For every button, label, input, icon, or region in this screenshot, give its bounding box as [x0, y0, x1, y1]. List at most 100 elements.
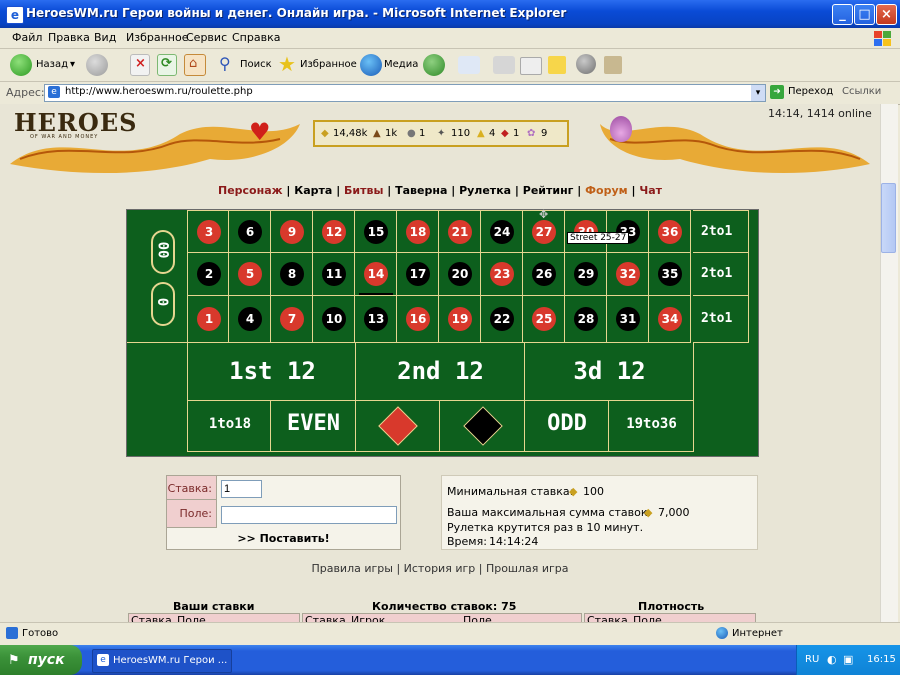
menu-favorites[interactable]: Избранное	[126, 31, 188, 44]
history-link[interactable]: История игр	[404, 562, 476, 575]
zero-cell[interactable]: 0	[151, 282, 175, 326]
column-bet-1[interactable]: 2to1	[693, 210, 749, 253]
number-cell-13[interactable]: 13	[355, 296, 397, 343]
number-cell-22[interactable]: 22	[481, 296, 523, 343]
menu-tools[interactable]: Сервис	[186, 31, 227, 44]
dozen-bet-2[interactable]: 2nd 12	[356, 343, 525, 401]
stop-icon[interactable]: ×	[130, 54, 150, 76]
links-button[interactable]: Ссылки	[842, 86, 881, 97]
number-cell-10[interactable]: 10	[313, 296, 355, 343]
number-cell-24[interactable]: 24	[481, 210, 523, 253]
maximize-button[interactable]: □	[854, 4, 875, 25]
close-button[interactable]: ×	[876, 4, 897, 25]
back-button[interactable]: Назад	[36, 59, 68, 70]
go-arrow-icon[interactable]: ➜	[770, 85, 784, 99]
print-icon[interactable]	[493, 56, 515, 74]
number-cell-35[interactable]: 35	[649, 253, 691, 296]
search-icon[interactable]: ⚲	[218, 54, 240, 76]
address-input[interactable]: e http://www.heroeswm.ru/roulette.php ▾	[44, 84, 766, 102]
minimize-button[interactable]: _	[832, 4, 853, 25]
tray-sound-icon[interactable]: ◐	[827, 653, 837, 666]
favorites-icon[interactable]: ★	[278, 52, 300, 76]
number-cell-29[interactable]: 29	[565, 253, 607, 296]
number-cell-34[interactable]: 34	[649, 296, 691, 343]
taskbar-task-ie[interactable]: e HeroesWM.ru Герои ...	[92, 649, 232, 673]
field-input[interactable]	[221, 506, 397, 524]
bet-even[interactable]: EVEN	[271, 401, 356, 452]
home-icon[interactable]: ⌂	[184, 54, 206, 76]
number-cell-26[interactable]: 26	[523, 253, 565, 296]
window-title-bar[interactable]: e HeroesWM.ru Герои войны и денег. Онлай…	[0, 0, 900, 28]
nav-roulette[interactable]: Рулетка	[459, 184, 511, 197]
forward-icon[interactable]	[86, 54, 108, 76]
nav-map[interactable]: Карта	[294, 184, 332, 197]
number-cell-21[interactable]: 21	[439, 210, 481, 253]
nav-chat[interactable]: Чат	[639, 184, 662, 197]
dozen-bet-1[interactable]: 1st 12	[187, 343, 356, 401]
number-cell-23[interactable]: 23	[481, 253, 523, 296]
number-cell-15[interactable]: 15	[355, 210, 397, 253]
number-cell-20[interactable]: 20	[439, 253, 481, 296]
media-icon[interactable]	[360, 54, 382, 76]
bet-black[interactable]	[440, 401, 525, 452]
number-cell-32[interactable]: 32	[607, 253, 649, 296]
number-cell-14[interactable]: 14	[355, 253, 397, 296]
nav-tavern[interactable]: Таверна	[395, 184, 447, 197]
nav-forum[interactable]: Форум	[585, 184, 628, 197]
back-dropdown-icon[interactable]: ▾	[70, 59, 75, 70]
research-icon[interactable]	[604, 56, 622, 74]
place-bet-button[interactable]: >> Поставить!	[167, 532, 400, 545]
number-cell-3[interactable]: 3	[187, 210, 229, 253]
history-icon[interactable]	[423, 54, 445, 76]
number-cell-36[interactable]: 36	[649, 210, 691, 253]
heart-icon[interactable]: ♥	[249, 120, 271, 144]
number-cell-28[interactable]: 28	[565, 296, 607, 343]
double-zero-cell[interactable]: 00	[151, 230, 175, 274]
site-logo[interactable]: HEROES	[14, 108, 137, 137]
search-button[interactable]: Поиск	[240, 59, 272, 70]
favorites-button[interactable]: Избранное	[300, 59, 357, 70]
nav-rating[interactable]: Рейтинг	[523, 184, 574, 197]
menu-help[interactable]: Справка	[232, 31, 280, 44]
bet-red[interactable]	[356, 401, 440, 452]
back-icon[interactable]	[10, 54, 32, 76]
nav-character[interactable]: Персонаж	[218, 184, 283, 197]
address-dropdown-icon[interactable]: ▾	[751, 85, 765, 101]
bet-19to36[interactable]: 19to36	[609, 401, 694, 452]
vertical-scrollbar[interactable]	[880, 104, 898, 622]
number-cell-8[interactable]: 8	[271, 253, 313, 296]
last-game-link[interactable]: Прошлая игра	[486, 562, 569, 575]
mail-icon[interactable]	[458, 56, 480, 74]
menu-edit[interactable]: Правка	[48, 31, 90, 44]
number-cell-25[interactable]: 25	[523, 296, 565, 343]
edit-icon[interactable]	[520, 57, 542, 75]
media-button[interactable]: Медиа	[384, 59, 418, 70]
number-cell-17[interactable]: 17	[397, 253, 439, 296]
nav-battles[interactable]: Битвы	[344, 184, 383, 197]
number-cell-5[interactable]: 5	[229, 253, 271, 296]
column-bet-3[interactable]: 2to1	[693, 296, 749, 343]
number-cell-1[interactable]: 1	[187, 296, 229, 343]
stake-input[interactable]	[221, 480, 262, 498]
rules-link[interactable]: Правила игры	[311, 562, 393, 575]
discuss-icon[interactable]	[548, 56, 566, 74]
number-cell-2[interactable]: 2	[187, 253, 229, 296]
bet-1to18[interactable]: 1to18	[187, 401, 271, 452]
number-cell-19[interactable]: 19	[439, 296, 481, 343]
go-button[interactable]: Переход	[788, 86, 833, 97]
language-indicator[interactable]: RU	[805, 654, 819, 665]
menu-view[interactable]: Вид	[94, 31, 116, 44]
number-cell-31[interactable]: 31	[607, 296, 649, 343]
bet-odd[interactable]: ODD	[525, 401, 609, 452]
column-bet-2[interactable]: 2to1	[693, 253, 749, 296]
number-cell-6[interactable]: 6	[229, 210, 271, 253]
messenger-icon[interactable]	[576, 54, 596, 74]
number-cell-11[interactable]: 11	[313, 253, 355, 296]
number-cell-9[interactable]: 9	[271, 210, 313, 253]
number-cell-7[interactable]: 7	[271, 296, 313, 343]
refresh-icon[interactable]: ⟳	[157, 54, 177, 76]
tray-network-icon[interactable]: ▣	[843, 653, 853, 666]
number-cell-16[interactable]: 16	[397, 296, 439, 343]
dozen-bet-3[interactable]: 3d 12	[525, 343, 694, 401]
number-cell-12[interactable]: 12	[313, 210, 355, 253]
